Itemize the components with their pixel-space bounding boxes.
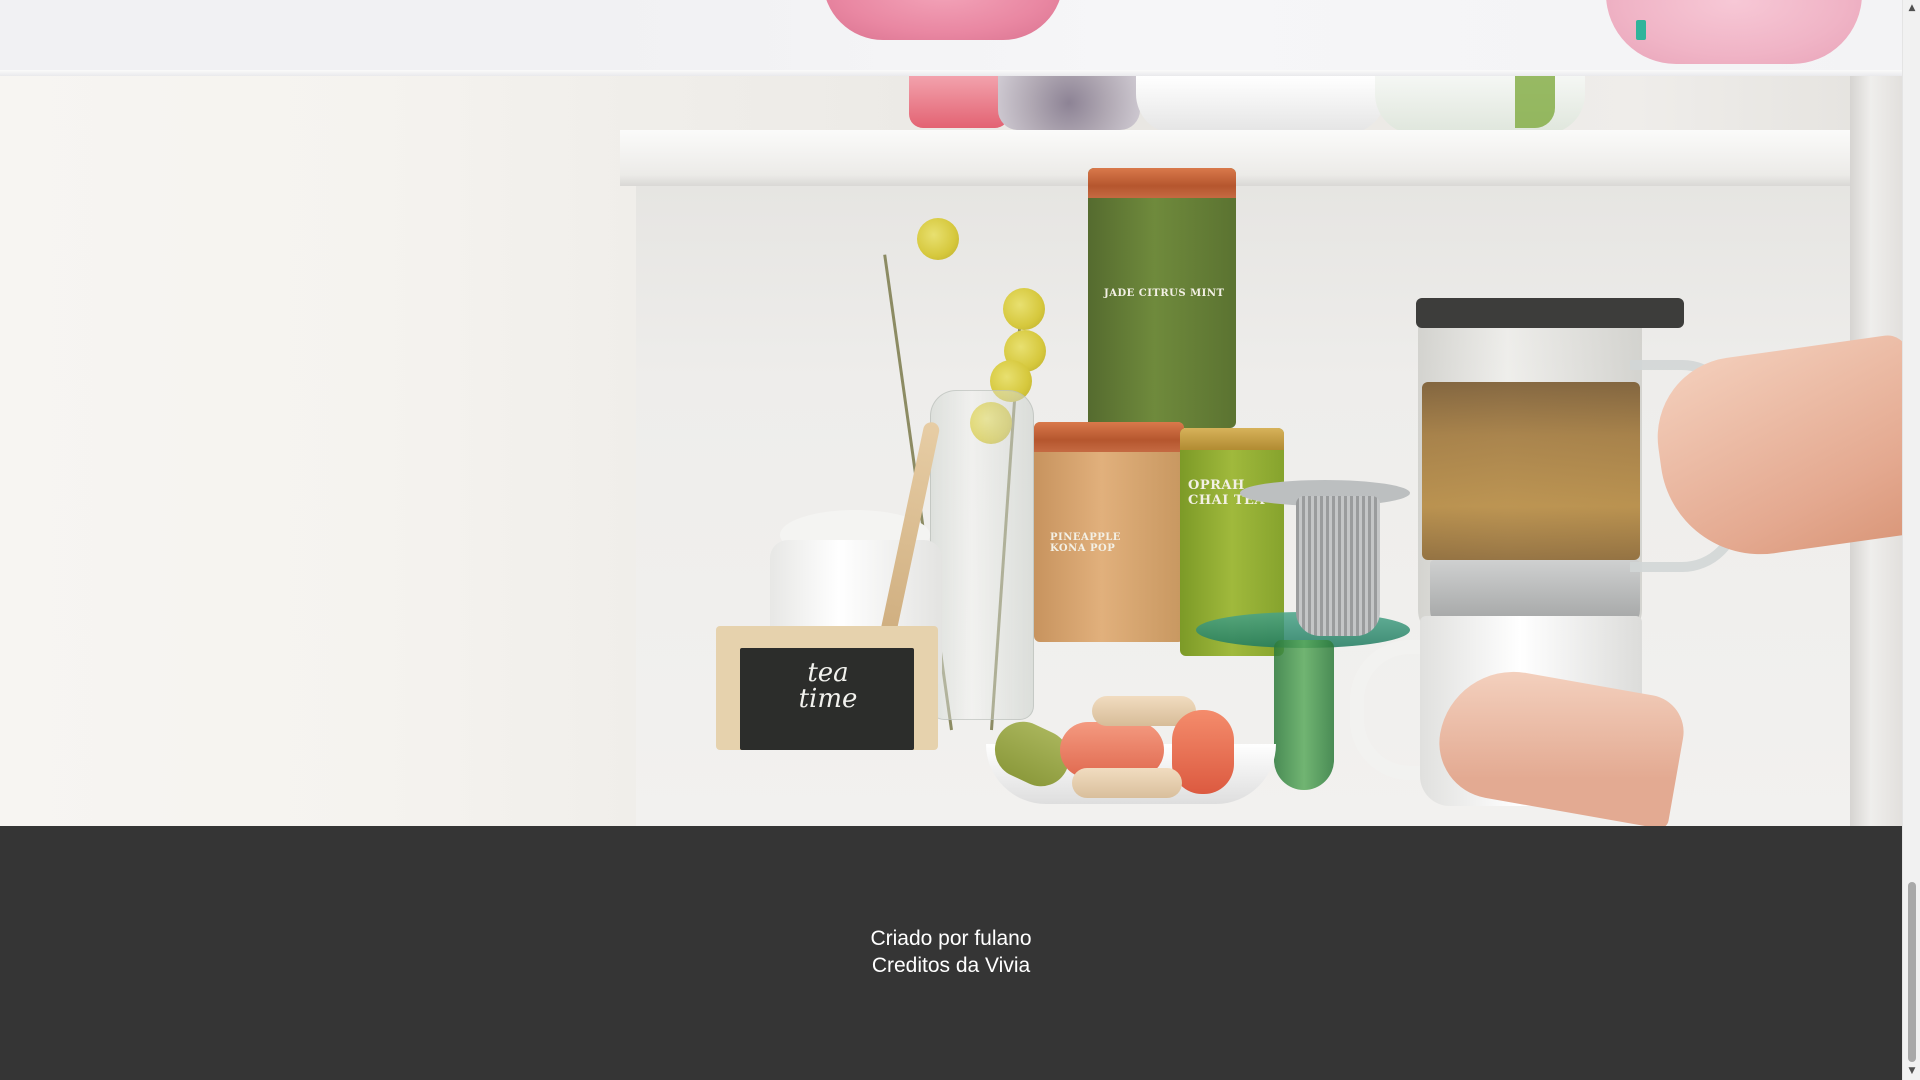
tea-strainer	[1296, 496, 1380, 636]
previous-section-image	[0, 0, 1902, 76]
cake-stand-stem	[1274, 640, 1334, 790]
tea-liquid	[1422, 382, 1640, 560]
red-glass	[909, 76, 1009, 128]
infuser-lid	[1416, 298, 1684, 328]
footer-created-by: Criado por fulano	[870, 927, 1032, 950]
pink-jar	[1606, 0, 1862, 64]
scroll-down-arrow-icon[interactable]: ▼	[1903, 1063, 1920, 1080]
footer-credits: Criado por fulano Creditos da Vivia	[0, 925, 1902, 979]
chalkboard-line: tea	[807, 658, 849, 688]
clear-glass	[1375, 76, 1585, 134]
scrollbar-thumb[interactable]	[1908, 882, 1916, 1062]
tea-tin-jade-citrus-mint: JADE CITRUS MINT	[1088, 168, 1236, 428]
pink-jar	[823, 0, 1063, 40]
tin-label: PINEAPPLE KONA POP	[1050, 532, 1121, 554]
tin-label: JADE CITRUS MINT	[1104, 288, 1225, 299]
macaron-cream	[1072, 768, 1182, 798]
chalkboard-line: time	[798, 684, 858, 714]
vertical-scrollbar[interactable]: ▲ ▼	[1902, 0, 1920, 1080]
footer: Criado por fulano Creditos da Vivia	[0, 826, 1902, 1080]
scroll-up-arrow-icon[interactable]: ▲	[1903, 0, 1920, 17]
lavender-jar	[998, 76, 1140, 130]
yellow-flower	[917, 218, 959, 260]
tin-lid	[1088, 168, 1236, 198]
teal-label	[1636, 20, 1646, 40]
glass-bottle	[930, 390, 1034, 720]
tin-lid	[1180, 428, 1284, 450]
tea-tin-pineapple-kona-pop: PINEAPPLE KONA POP	[1034, 422, 1184, 642]
leaf	[1515, 76, 1555, 128]
page: JADE CITRUS MINT PINEAPPLE KONA POP OPRA…	[0, 0, 1902, 1080]
tin-lid	[1034, 422, 1184, 452]
footer-credits-line: Creditos da Vivia	[871, 954, 1031, 977]
chalkboard-text: tea time	[758, 660, 898, 712]
white-bowl	[1136, 76, 1386, 134]
yellow-flower	[1003, 288, 1045, 330]
